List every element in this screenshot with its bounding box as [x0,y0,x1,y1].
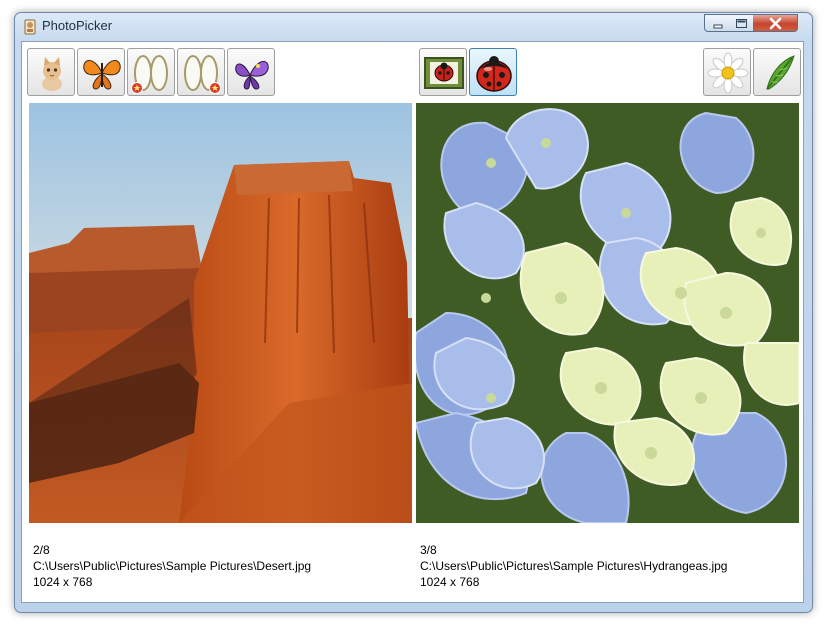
left-caption: 2/8 C:\Users\Public\Pictures\Sample Pict… [33,542,311,590]
app-window: PhotoPicker 2/8 C:\Users\Public\Pictures… [14,12,813,613]
minimize-icon [713,24,723,29]
window-title: PhotoPicker [42,18,113,33]
right-image-size: 1024 x 768 [420,575,480,589]
red-star-badge-icon [131,82,143,94]
oval-frames-button-2[interactable] [177,48,225,96]
left-image-size: 1024 x 768 [33,575,93,589]
oval-frames-icon [131,55,168,94]
feather-button[interactable] [753,48,801,96]
daisy-button[interactable] [703,48,751,96]
butterfly-button[interactable] [77,48,125,96]
right-image-index: 3/8 [420,543,437,557]
kitten-icon [42,57,62,91]
ladybug-icon [476,56,512,92]
kitten-button[interactable] [27,48,75,96]
daisy-icon [707,52,749,94]
left-image-path: C:\Users\Public\Pictures\Sample Pictures… [33,559,312,573]
framed-ladybug-icon [424,57,464,89]
app-icon [24,19,36,35]
framed-ladybug-button[interactable] [419,48,467,96]
maximize-icon [736,19,747,28]
oval-frames-button-1[interactable] [127,48,175,96]
maximize-button[interactable] [729,14,754,32]
close-icon [769,17,782,30]
desert-photo[interactable] [29,103,412,523]
right-image-path: C:\Users\Public\Pictures\Sample Pictures… [420,559,728,573]
purple-butterfly-icon [235,61,269,90]
title-bar[interactable]: PhotoPicker [15,13,812,41]
butterfly-icon [83,60,121,90]
red-star-badge-icon [209,82,221,94]
left-image-index: 2/8 [33,543,50,557]
hydrangeas-photo[interactable] [416,103,799,523]
right-caption: 3/8 C:\Users\Public\Pictures\Sample Pict… [420,542,727,590]
minimize-button[interactable] [704,14,730,32]
ladybug-button[interactable] [469,48,517,96]
purple-butterfly-button[interactable] [227,48,275,96]
client-area: 2/8 C:\Users\Public\Pictures\Sample Pict… [21,41,804,603]
feather-icon [766,55,795,90]
close-button[interactable] [753,14,798,32]
oval-frames-icon [184,55,221,94]
